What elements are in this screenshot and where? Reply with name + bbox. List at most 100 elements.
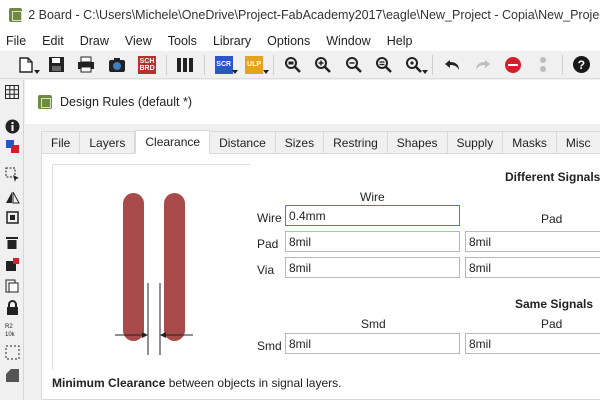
undo-button[interactable] — [440, 53, 463, 77]
add-part-button[interactable] — [3, 255, 21, 273]
dialog-body: File Layers Clearance Distance Sizes Res… — [25, 124, 600, 400]
toolbar-separator — [165, 54, 167, 75]
tab-misc[interactable]: Misc — [556, 131, 600, 153]
smash-button[interactable] — [3, 343, 21, 361]
trash-icon — [6, 236, 18, 249]
eagle-app-icon — [38, 95, 52, 109]
mirror-button[interactable] — [3, 188, 21, 206]
row-label-smd: Smd — [257, 339, 282, 353]
menu-file[interactable]: File — [0, 34, 34, 48]
tab-restring[interactable]: Restring — [324, 131, 388, 153]
col-header-smd: Smd — [361, 317, 386, 331]
main-toolbar: SCH BRD SCR ULP ? — [0, 51, 600, 79]
print-button[interactable] — [75, 53, 98, 77]
left-command-toolbar: R2 10k — [0, 80, 24, 400]
open-file-button[interactable] — [14, 53, 41, 77]
menu-bar: File Edit Draw View Tools Library Option… — [0, 30, 600, 51]
tab-supply[interactable]: Supply — [447, 131, 504, 153]
menu-view[interactable]: View — [117, 34, 160, 48]
svg-text:10k: 10k — [5, 332, 16, 337]
col-header-wire: Wire — [360, 190, 385, 204]
redo-icon — [475, 59, 490, 70]
zoom-select-button[interactable] — [402, 53, 429, 77]
menu-window[interactable]: Window — [318, 34, 378, 48]
arrowhead-icon — [142, 332, 148, 338]
tab-clearance[interactable]: Clearance — [135, 130, 211, 154]
smd-smd-clearance-input[interactable] — [285, 333, 460, 354]
go-button[interactable] — [531, 53, 554, 77]
group-button[interactable] — [3, 208, 21, 226]
name-value-button[interactable]: R2 10k — [3, 320, 21, 338]
dialog-title: Design Rules (default *) — [60, 95, 193, 109]
tab-bar: File Layers Clearance Distance Sizes Res… — [41, 130, 600, 154]
delete-button[interactable] — [3, 233, 21, 251]
menu-help[interactable]: Help — [379, 34, 421, 48]
toolbar-separator — [561, 54, 563, 75]
menu-edit[interactable]: Edit — [34, 34, 72, 48]
lock-icon — [6, 299, 18, 315]
stop-button[interactable] — [501, 53, 524, 77]
save-button[interactable] — [44, 53, 67, 77]
row-label-via: Via — [257, 263, 275, 277]
help-button[interactable]: ? — [570, 53, 593, 77]
via-wire-clearance-input[interactable] — [285, 257, 460, 278]
info-icon — [5, 119, 19, 133]
select-button[interactable] — [3, 165, 21, 183]
menu-tools[interactable]: Tools — [160, 34, 205, 48]
layer-display-button[interactable] — [3, 137, 21, 155]
pad-pad-clearance-input[interactable] — [465, 231, 600, 252]
save-icon — [48, 57, 64, 72]
toolbar-separator — [204, 54, 205, 75]
arrowhead-icon — [160, 332, 166, 338]
run-script-button[interactable]: SCR — [212, 53, 239, 77]
clearance-description: Minimum Clearance between objects in sig… — [52, 376, 341, 390]
run-ulp-button[interactable]: ULP — [242, 53, 269, 77]
layers-icon — [5, 139, 19, 153]
library-books-icon — [177, 57, 194, 72]
lock-button[interactable] — [3, 298, 21, 316]
info-button[interactable] — [3, 117, 21, 135]
tab-shapes[interactable]: Shapes — [387, 131, 448, 153]
menu-library[interactable]: Library — [205, 34, 259, 48]
tab-layers[interactable]: Layers — [80, 131, 136, 153]
eagle-app-icon — [9, 8, 23, 22]
zoom-fit-button[interactable] — [281, 53, 304, 77]
sch-brd-switch-button[interactable]: SCH BRD — [135, 53, 158, 77]
pad-wire-clearance-input[interactable] — [285, 231, 460, 252]
redo-button[interactable] — [471, 53, 494, 77]
tab-file[interactable]: File — [41, 131, 81, 153]
tab-masks[interactable]: Masks — [503, 131, 557, 153]
chevron-down-icon — [34, 69, 41, 74]
zoom-redraw-button[interactable] — [372, 53, 395, 77]
clearance-illustration — [52, 164, 250, 370]
menu-options[interactable]: Options — [259, 34, 318, 48]
zoom-in-button[interactable] — [311, 53, 334, 77]
same-signals-heading: Same Signals — [515, 297, 594, 311]
paste-button[interactable] — [3, 276, 21, 294]
zoom-in-icon — [315, 57, 332, 73]
via-pad-clearance-input[interactable] — [465, 257, 600, 278]
different-signals-heading: Different Signals — [505, 170, 600, 184]
clearance-panel: Different Signals Wire Pad Wire Pad Via … — [41, 153, 600, 400]
zoom-redraw-icon — [375, 57, 392, 73]
wire-wire-clearance-input[interactable] — [285, 205, 460, 226]
go-icon — [540, 56, 547, 72]
zoom-out-button[interactable] — [341, 53, 364, 77]
menu-draw[interactable]: Draw — [72, 34, 117, 48]
miter-button[interactable] — [3, 366, 21, 384]
chevron-down-icon — [422, 69, 429, 74]
help-icon: ? — [572, 56, 590, 73]
library-button[interactable] — [174, 53, 197, 77]
name-value-icon: R210k — [5, 324, 16, 337]
chevron-down-icon — [232, 69, 239, 74]
design-rules-dialog: Design Rules (default *) File Layers Cle… — [25, 80, 600, 400]
tab-distance[interactable]: Distance — [210, 131, 276, 153]
sch-brd-badge: SCH BRD — [138, 55, 157, 74]
smd-pad-clearance-input[interactable] — [465, 333, 600, 354]
window-titlebar: 2 Board - C:\Users\Michele\OneDrive\Proj… — [0, 0, 600, 30]
col-header-pad: Pad — [541, 212, 563, 226]
cam-processor-button[interactable] — [105, 53, 128, 77]
tab-sizes[interactable]: Sizes — [275, 131, 325, 153]
grid-button[interactable] — [3, 83, 21, 101]
wire-trace-left — [123, 193, 144, 341]
